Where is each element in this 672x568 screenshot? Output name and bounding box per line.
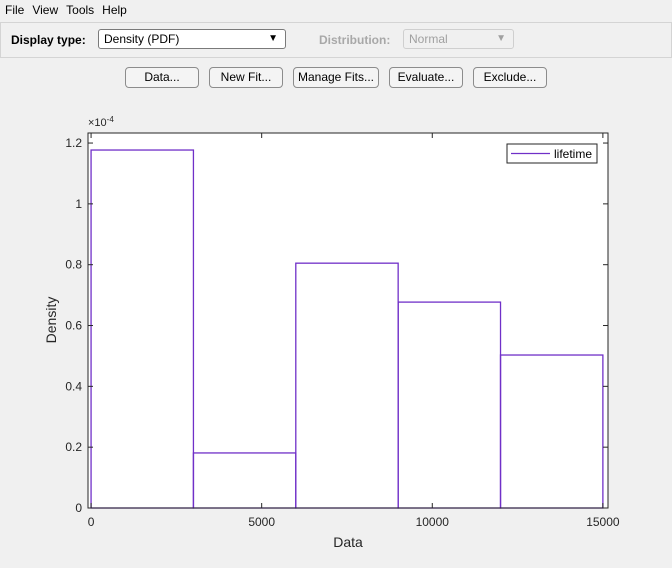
y-tick-label: 0.6 <box>65 319 82 333</box>
exponent-label: ×10-4 <box>88 115 114 129</box>
y-tick-label: 0.2 <box>65 440 82 454</box>
x-tick-label: 15000 <box>586 515 620 529</box>
x-axis-label: Data <box>333 534 363 550</box>
y-tick-label: 1.2 <box>65 136 82 150</box>
y-axis-label: Density <box>43 297 59 344</box>
x-tick-label: 5000 <box>248 515 275 529</box>
legend-label-lifetime: lifetime <box>554 147 592 161</box>
y-tick-label: 1 <box>75 197 82 211</box>
axes-background <box>88 133 608 508</box>
x-tick-label: 10000 <box>416 515 450 529</box>
y-tick-label: 0.8 <box>65 258 82 272</box>
y-tick-label: 0 <box>75 501 82 515</box>
y-tick-label: 0.4 <box>65 379 82 393</box>
legend[interactable]: lifetime <box>506 143 598 164</box>
histogram-plot: 0 5000 10000 15000 0 0.2 0.4 0.6 0.8 1 1.2 ×10-4 D… <box>43 115 620 550</box>
x-tick-label: 0 <box>88 515 95 529</box>
